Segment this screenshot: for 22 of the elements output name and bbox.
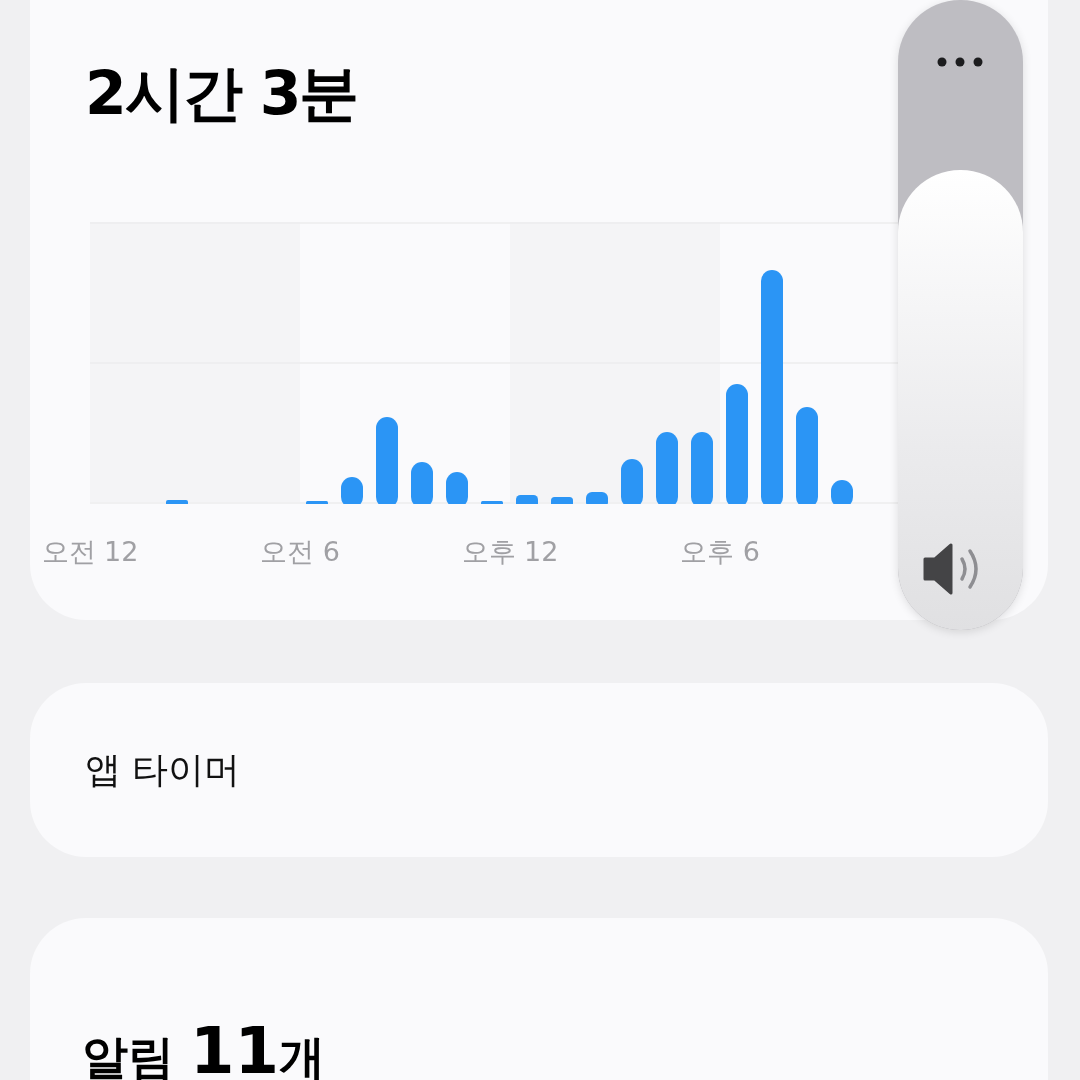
usage-bar (306, 501, 328, 504)
app-timer-label: 앱 타이머 (85, 747, 241, 792)
usage-bar (691, 432, 713, 504)
usage-bar (446, 472, 468, 504)
axis-label: 오전 6 (259, 535, 341, 569)
app-timer-row[interactable]: 앱 타이머 (30, 683, 1048, 857)
usage-bar (481, 501, 503, 504)
usage-bar (656, 432, 678, 504)
more-icon[interactable] (937, 56, 983, 68)
usage-bar (516, 495, 538, 504)
usage-bar (551, 497, 573, 504)
usage-bar (586, 492, 608, 504)
axis-label: 오전 12 (40, 535, 140, 569)
usage-bar (621, 459, 643, 504)
usage-bar (341, 477, 363, 504)
usage-bar (831, 480, 853, 504)
volume-slider[interactable] (898, 0, 1023, 630)
axis-label: 오후 12 (460, 535, 560, 569)
axis-label: 오후 6 (679, 535, 761, 569)
usage-bar (411, 462, 433, 504)
total-usage: 2시간 3분 (85, 58, 358, 128)
usage-bar (166, 500, 188, 504)
